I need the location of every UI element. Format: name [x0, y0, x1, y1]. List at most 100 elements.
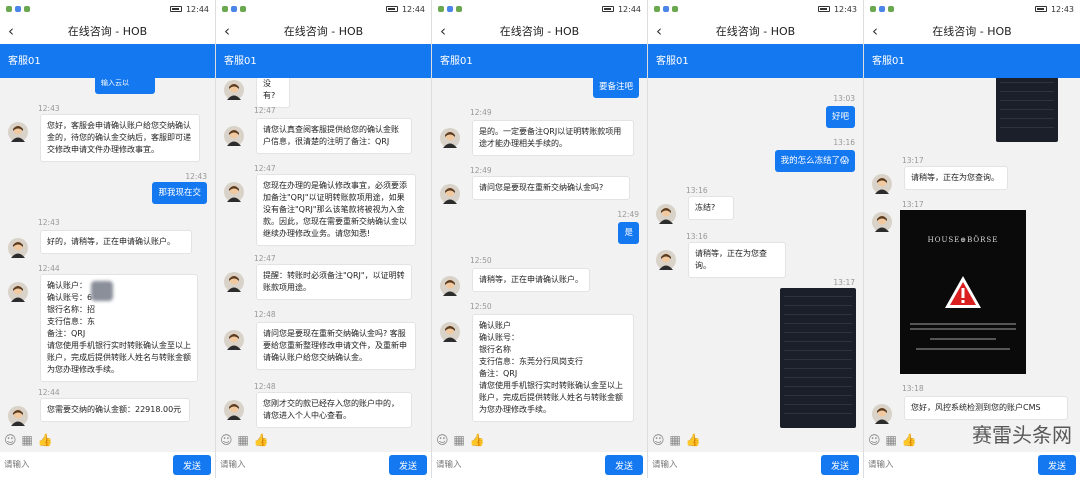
phone-screen-5: 12:43 ‹ 在线咨询 - HOB 客服01 13:17 请稍等，正在为您查询。…: [864, 0, 1080, 478]
input-bar: 发送: [864, 452, 1080, 478]
agent-message: 没有?: [256, 78, 290, 108]
timestamp: 13:17: [833, 278, 855, 287]
message-line: 请您使用手机银行实时转账确认金至以上账户，完成后提供转账人姓名与转账金额为您办理…: [47, 341, 191, 374]
chat-area[interactable]: 13:03 好吧 13:16 我的怎么冻结了😱 13:16 冻结? 13:16 请稍等，正在为…: [648, 78, 863, 428]
timestamp: 12:49: [617, 210, 639, 219]
like-icon[interactable]: 👍: [254, 433, 269, 447]
timestamp: 13:16: [833, 138, 855, 147]
back-arrow-icon[interactable]: ‹: [656, 22, 662, 40]
service-agent-bar: 客服01: [0, 44, 215, 78]
back-arrow-icon[interactable]: ‹: [440, 22, 446, 40]
send-button[interactable]: 发送: [389, 455, 427, 475]
timestamp: 12:48: [254, 382, 276, 391]
chat-area[interactable]: 13:17 请稍等，正在为您查询。 13:17 HOUSE⊕BÖRSE 13:18 您好，…: [864, 78, 1080, 428]
image-icon[interactable]: ▦: [22, 433, 33, 447]
agent-avatar: [872, 174, 892, 194]
title-bar: ‹ 在线咨询 - HOB: [648, 18, 863, 44]
warning-image: HOUSE⊕BÖRSE: [900, 210, 1026, 374]
emoji-icon[interactable]: ☺: [436, 433, 449, 447]
emoji-icon[interactable]: ☺: [220, 433, 233, 447]
agent-avatar: [224, 126, 244, 146]
chat-area[interactable]: 没有? 12:47 请您认真查阅客服提供给您的确认金账户信息，很清楚的注明了备注：Q…: [216, 78, 431, 428]
emoji-icon[interactable]: ☺: [652, 433, 665, 447]
page-title: 在线咨询 - HOB: [499, 25, 580, 38]
send-button[interactable]: 发送: [173, 455, 211, 475]
emoji-icon[interactable]: ☺: [868, 433, 881, 447]
notification-icons: [870, 6, 894, 12]
send-button[interactable]: 发送: [605, 455, 643, 475]
message-line: 银行名称: [479, 345, 511, 354]
message-input[interactable]: [652, 460, 821, 470]
timestamp: 12:43: [38, 104, 60, 113]
user-message: 要备注吧: [592, 78, 639, 98]
emoji-icon[interactable]: ☺: [4, 433, 17, 447]
timestamp: 12:44: [38, 264, 60, 273]
send-button[interactable]: 发送: [1038, 455, 1076, 475]
agent-message: 您好，风控系统检测到您的账户CMS: [904, 396, 1068, 420]
screens-container: 12:44 ‹ 在线咨询 - HOB 客服01 输入云以 12:43 您好，客服会申…: [0, 0, 1080, 478]
image-icon[interactable]: ▦: [670, 433, 681, 447]
image-icon[interactable]: ▦: [454, 433, 465, 447]
message-line: 银行名称：招: [47, 305, 95, 314]
image-icon[interactable]: ▦: [886, 433, 897, 447]
agent-message: 好的，请稍等，正在申请确认账户。: [40, 230, 192, 254]
timestamp: 12:50: [470, 256, 492, 265]
message-line: 支行信息：东: [47, 317, 95, 326]
chat-area[interactable]: 输入云以 12:43 您好，客服会申请确认账户给您交纳确认金的，待您的确认金交纳后，…: [0, 78, 215, 428]
timestamp: 12:49: [470, 166, 492, 175]
timestamp: 12:44: [38, 388, 60, 397]
service-agent-bar: 客服01: [864, 44, 1080, 78]
watermark: 赛雷头条网: [972, 423, 1072, 447]
image-icon[interactable]: ▦: [238, 433, 249, 447]
battery-icon: [169, 6, 182, 12]
agent-message: 请您认真查阅客服提供给您的确认金账户信息，很清楚的注明了备注：QRJ: [256, 118, 412, 154]
service-agent-bar: 客服01: [216, 44, 431, 78]
message-input[interactable]: [868, 460, 1038, 470]
agent-message: 是的。一定要备注QRJ以证明转账款项用途才能办理相关手续的。: [472, 120, 634, 156]
screenshot-image: [780, 288, 856, 428]
back-arrow-icon[interactable]: ‹: [872, 22, 878, 40]
timestamp: 12:43: [185, 172, 207, 181]
agent-avatar: [872, 404, 892, 424]
agent-avatar: [440, 276, 460, 296]
message-input[interactable]: [4, 460, 173, 470]
status-time: 12:44: [401, 4, 425, 14]
like-icon[interactable]: 👍: [38, 433, 53, 447]
message-input[interactable]: [220, 460, 389, 470]
timestamp: 13:16: [686, 232, 708, 241]
like-icon[interactable]: 👍: [902, 433, 917, 447]
agent-avatar: [656, 250, 676, 270]
like-icon[interactable]: 👍: [686, 433, 701, 447]
agent-avatar: [440, 184, 460, 204]
timestamp: 13:03: [833, 94, 855, 103]
timestamp: 12:49: [470, 108, 492, 117]
status-time: 12:44: [185, 4, 209, 14]
status-time: 12:43: [833, 4, 857, 14]
message-line: 支行信息：东莞分行凤岗支行: [479, 357, 583, 366]
system-icons: 12:43: [817, 4, 857, 14]
agent-message: 您刚才交的款已经存入您的账户中的，请您进入个人中心查看。: [256, 392, 412, 428]
like-icon[interactable]: 👍: [470, 433, 485, 447]
back-arrow-icon[interactable]: ‹: [8, 22, 14, 40]
agent-message: 确认账户 确认账号： 银行名称 支行信息：东莞分行凤岗支行 备注：QRJ 请您使用手机银行…: [472, 314, 634, 422]
message-line: 确认账户：: [47, 281, 87, 290]
agent-avatar: [656, 204, 676, 224]
message-line: 确认账号：: [479, 333, 519, 342]
message-input[interactable]: [436, 460, 605, 470]
agent-avatar: [440, 322, 460, 342]
title-bar: ‹ 在线咨询 - HOB: [864, 18, 1080, 44]
phone-screen-4: 12:43 ‹ 在线咨询 - HOB 客服01 13:03 好吧 13:16 我的怎么…: [648, 0, 864, 478]
battery-icon: [1034, 6, 1047, 12]
agent-message: 请稍等，正在为您查询。: [688, 242, 786, 278]
chat-area[interactable]: 要备注吧 12:49 是的。一定要备注QRJ以证明转账款项用途才能办理相关手续的。 1…: [432, 78, 647, 428]
chat-toolbar: ☺ ▦ 👍: [432, 428, 647, 452]
redaction-blur: [91, 281, 113, 301]
notification-icons: [654, 6, 678, 12]
status-bar: 12:44: [432, 0, 647, 18]
status-time: 12:43: [1050, 4, 1074, 14]
back-arrow-icon[interactable]: ‹: [224, 22, 230, 40]
user-message: 我的怎么冻结了😱: [774, 150, 855, 172]
send-button[interactable]: 发送: [821, 455, 859, 475]
battery-icon: [601, 6, 614, 12]
user-message: 好吧: [825, 106, 855, 128]
